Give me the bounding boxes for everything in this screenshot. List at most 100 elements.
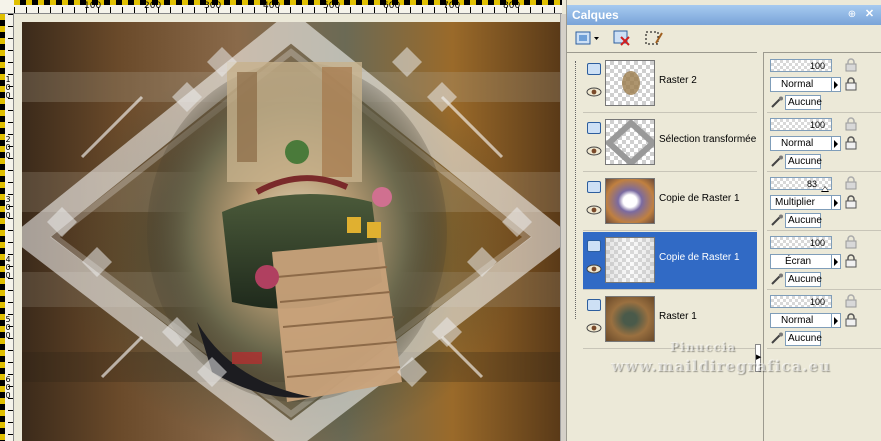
ruler-label: 600 [383,1,401,11]
lock-icon[interactable] [844,136,858,150]
mask-select[interactable]: Aucune [785,272,822,287]
blend-mode-select[interactable]: Normal [770,313,832,328]
layer-row-selection-transformed[interactable]: Sélection transformée [583,114,757,172]
blend-mode-dropdown-button[interactable] [832,195,841,210]
close-icon[interactable]: ✕ [863,8,876,21]
blend-mode-select[interactable]: Normal [770,77,832,92]
ruler-label: 500 [323,1,341,11]
delete-layer-button[interactable] [611,28,633,48]
panel-splitter[interactable]: ▶ [753,52,761,441]
layer-row-raster-2[interactable]: Raster 2 [583,55,757,113]
opacity-value: 100 [809,238,825,248]
mask-select[interactable]: Aucune [785,213,822,228]
pin-icon[interactable]: ⊕ [846,9,858,21]
ruler-label: 400 [263,1,281,11]
mask-link-icon[interactable] [770,273,784,286]
layer-thumbnail [605,237,655,283]
ruler-label: 4 0 0 [5,255,11,280]
raster-layer-icon [587,122,601,134]
lock-icon[interactable] [844,195,858,209]
layer-thumbnail [605,296,655,342]
blend-mode-dropdown-button[interactable] [832,254,841,269]
ruler-label: 5 0 0 [5,315,11,340]
mask-select[interactable]: Aucune [785,154,822,169]
ruler-label: 700 [443,1,461,11]
mask-link-icon[interactable] [770,96,784,109]
raster-layer-icon [587,240,601,252]
layer-name: Copie de Raster 1 [659,193,740,204]
blend-mode-dropdown-button[interactable] [832,313,841,328]
blend-mode-select[interactable]: Normal [770,136,832,151]
lock-transparency-icon[interactable] [844,117,858,131]
ruler-label: 1 0 0 [5,75,11,100]
layer-props-row: 100 Normal Aucune [767,291,881,349]
lock-transparency-icon[interactable] [844,58,858,72]
layer-name: Sélection transformée [659,134,757,145]
layer-list: Raster 2 Sélection transformée Copie de … [567,52,757,441]
opacity-slider[interactable]: 83 [770,177,832,192]
layer-thumbnail [605,178,655,224]
mask-link-icon[interactable] [770,332,784,345]
mask-link-icon[interactable] [770,214,784,227]
palette-titlebar[interactable]: Calques ⊕ ✕ [567,5,881,25]
opacity-slider[interactable]: 100 [770,59,832,72]
lock-icon[interactable] [844,313,858,327]
layer-props-row: 100 Normal Aucune [767,55,881,113]
horizontal-ruler: 100 200 300 400 500 600 700 800 [0,0,562,14]
layer-props-row: 83 Multiplier Aucune [767,173,881,231]
eye-icon[interactable] [586,323,602,333]
mask-select[interactable]: Aucune [785,95,822,110]
layer-thumbnail [605,60,655,106]
ruler-label: 200 [144,1,162,11]
opacity-value: 100 [809,61,825,71]
ruler-label: 300 [204,1,222,11]
eye-icon[interactable] [586,264,602,274]
blend-mode-dropdown-button[interactable] [832,136,841,151]
ruler-label: 6 0 0 [5,375,11,400]
eye-icon[interactable] [586,146,602,156]
watermark-url: www.maildiregrafica.eu [611,357,831,375]
edit-selection-button[interactable] [643,28,665,48]
mask-link-icon[interactable] [770,155,784,168]
eye-icon[interactable] [586,205,602,215]
layer-name: Raster 1 [659,311,697,322]
ruler-label: 800 [503,1,521,11]
raster-layer-icon [587,63,601,75]
tree-connector [575,61,576,319]
layer-row-raster-1-copy-multiply[interactable]: Copie de Raster 1 [583,173,757,231]
opacity-slider[interactable]: 100 [770,295,832,308]
ruler-label: 100 [84,1,102,11]
ruler-label: 3 0 0 [5,195,11,220]
paint-shop-pro-workspace: 100 200 300 400 500 600 700 800 1 0 0 2 … [0,0,881,441]
blend-mode-select[interactable]: Multiplier [770,195,832,210]
lock-transparency-icon[interactable] [844,235,858,249]
lock-transparency-icon[interactable] [844,294,858,308]
lock-icon[interactable] [844,77,858,91]
blend-mode-dropdown-button[interactable] [832,77,841,92]
blend-mode-select[interactable]: Écran [770,254,832,269]
delete-layer-icon [613,30,630,46]
layer-props-row: 100 Normal Aucune [767,114,881,172]
layer-props-row: 100 Écran Aucune [767,232,881,290]
lock-transparency-icon[interactable] [844,176,858,190]
image-canvas[interactable] [22,22,560,441]
layer-properties-column: 100 Normal Aucune 100 Normal Aucune 83 M… [763,52,881,441]
layer-row-raster-1-copy-screen[interactable]: Copie de Raster 1 [583,232,757,290]
watermark-author: Pinuccia [670,340,736,354]
mask-select[interactable]: Aucune [785,331,822,346]
palette-toolbar [567,25,881,51]
eye-icon[interactable] [586,87,602,97]
opacity-value: 100 [809,297,825,307]
raster-layer-icon [587,181,601,193]
vertical-ruler: 1 0 0 2 0 0 3 0 0 4 0 0 5 0 0 6 0 0 [0,14,14,441]
new-layer-button[interactable] [573,28,601,48]
ruler-label: 2 0 0 [5,135,11,160]
opacity-slider-thumb[interactable] [821,186,829,192]
venice-canal-artwork [22,22,560,441]
lock-icon[interactable] [844,254,858,268]
edit-selection-icon [645,31,663,45]
opacity-slider[interactable]: 100 [770,236,832,249]
opacity-slider[interactable]: 100 [770,118,832,131]
opacity-value: 83 [806,179,817,189]
raster-layer-icon [587,299,601,311]
